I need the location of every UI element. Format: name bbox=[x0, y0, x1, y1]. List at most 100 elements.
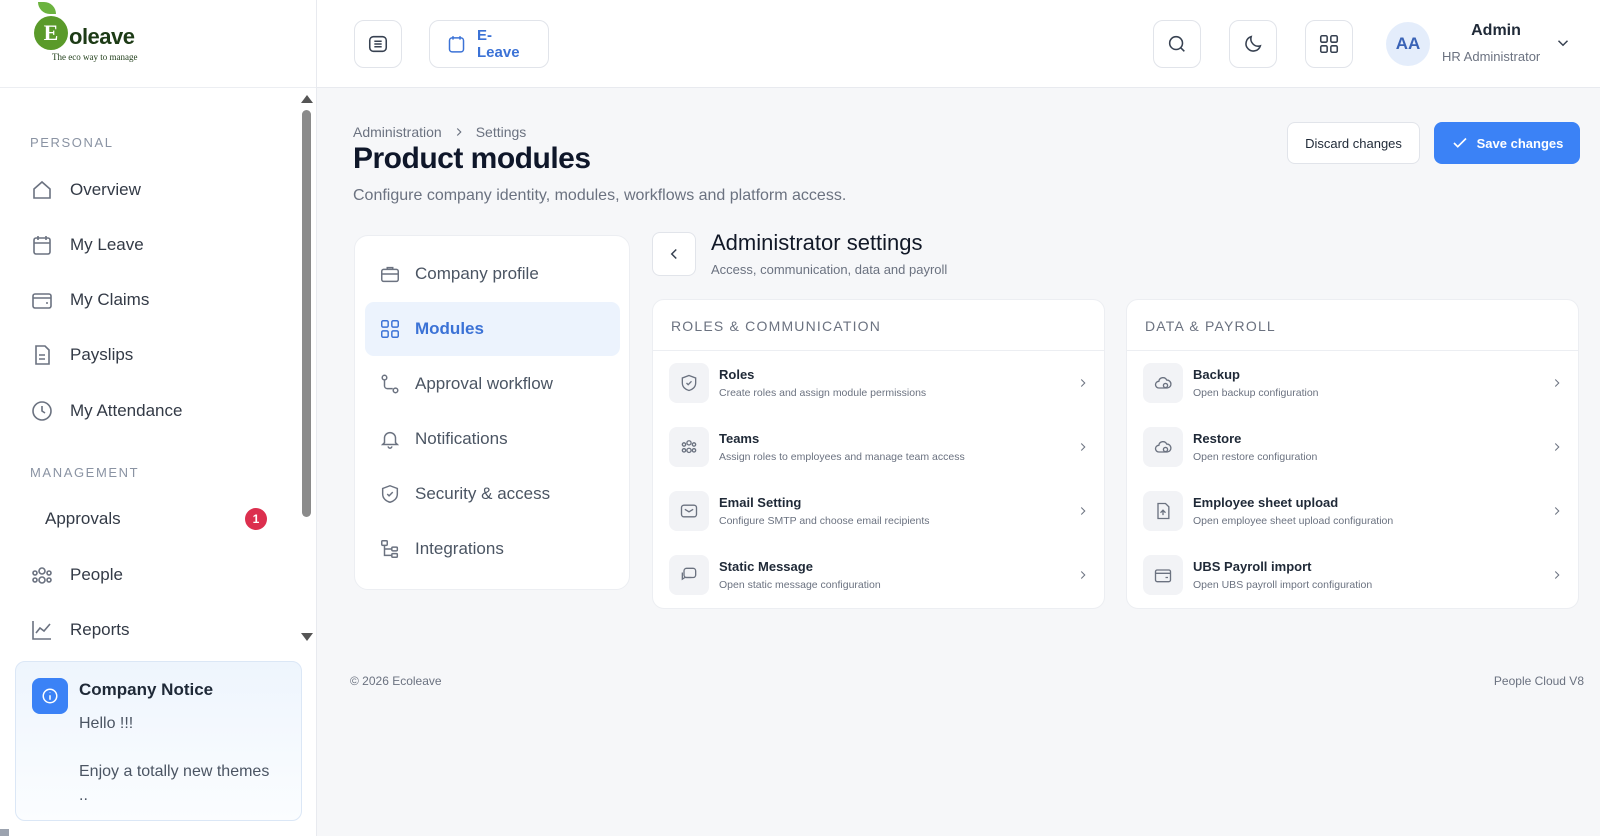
row-desc: Assign roles to employees and manage tea… bbox=[719, 451, 965, 463]
home-icon bbox=[33, 180, 51, 199]
sidebar-item-my-leave[interactable]: My Leave bbox=[30, 230, 280, 260]
user-name[interactable]: Admin bbox=[1442, 22, 1550, 40]
cloud-restore-icon bbox=[1154, 441, 1172, 453]
setting-row-teams[interactable]: Teams Assign roles to employees and manag… bbox=[669, 418, 1090, 476]
wallet-icon bbox=[1154, 569, 1172, 583]
discard-changes-button[interactable]: Discard changes bbox=[1287, 122, 1420, 164]
sidebar: E oleave The eco way to manage PERSONAL … bbox=[0, 0, 317, 836]
sidebar-item-label: My Attendance bbox=[70, 401, 183, 420]
sidebar-item-label: Reports bbox=[70, 620, 130, 639]
setting-row-restore[interactable]: Restore Open restore configuration bbox=[1143, 418, 1564, 476]
chevron-down-icon[interactable] bbox=[1554, 34, 1572, 52]
back-button[interactable] bbox=[652, 232, 696, 276]
settings-item-label: Approval workflow bbox=[415, 374, 553, 393]
page-title: Product modules bbox=[353, 142, 591, 175]
check-icon bbox=[1453, 137, 1467, 148]
setting-row-email-setting[interactable]: Email Setting Configure SMTP and choose e… bbox=[669, 482, 1090, 540]
wallet-icon bbox=[32, 293, 52, 309]
settings-item-notifications[interactable]: Notifications bbox=[365, 412, 620, 466]
sidebar-item-label: Payslips bbox=[70, 345, 134, 364]
apps-button[interactable] bbox=[1305, 20, 1353, 68]
message-icon bbox=[681, 567, 697, 581]
settings-item-integrations[interactable]: Integrations bbox=[365, 522, 620, 576]
setting-row-employee-sheet-upload[interactable]: Employee sheet upload Open employee sheet… bbox=[1143, 482, 1564, 540]
shield-check-icon bbox=[681, 374, 697, 392]
eleave-button[interactable]: E-Leave bbox=[429, 20, 549, 68]
settings-item-label: Company profile bbox=[415, 264, 539, 283]
sidebar-item-label: People bbox=[70, 565, 123, 584]
row-title: Employee sheet upload bbox=[1193, 495, 1339, 510]
row-title: Restore bbox=[1193, 431, 1242, 446]
menu-toggle-button[interactable] bbox=[354, 20, 402, 68]
team-icon bbox=[681, 440, 697, 454]
settings-item-approval-workflow[interactable]: Approval workflow bbox=[365, 357, 620, 411]
save-changes-button[interactable]: Save changes bbox=[1434, 122, 1580, 164]
avatar[interactable]: AA bbox=[1386, 22, 1430, 66]
integration-icon bbox=[381, 540, 399, 558]
sidebar-item-label: Overview bbox=[70, 180, 141, 199]
scroll-down-arrow[interactable] bbox=[301, 633, 313, 641]
menu-icon bbox=[368, 35, 388, 53]
sidebar-scrollbar[interactable] bbox=[302, 110, 311, 517]
settings-item-label: Integrations bbox=[415, 539, 504, 558]
theme-toggle-button[interactable] bbox=[1229, 20, 1277, 68]
breadcrumb-settings[interactable]: Settings bbox=[476, 124, 527, 140]
mail-icon bbox=[680, 504, 698, 518]
row-desc: Open static message configuration bbox=[719, 579, 881, 591]
section-label-personal: PERSONAL bbox=[30, 135, 114, 150]
breadcrumb: Administration Settings bbox=[353, 124, 526, 140]
sidebar-item-reports[interactable]: Reports bbox=[30, 615, 280, 645]
setting-row-roles[interactable]: Roles Create roles and assign module perm… bbox=[669, 354, 1090, 412]
company-notice: Company Notice Hello !!! Enjoy a totally… bbox=[15, 661, 302, 821]
settings-item-label: Modules bbox=[415, 319, 484, 338]
sidebar-item-my-claims[interactable]: My Claims bbox=[30, 285, 280, 315]
scroll-up-arrow[interactable] bbox=[301, 95, 313, 103]
settings-item-modules[interactable]: Modules bbox=[365, 302, 620, 356]
chevron-right-icon bbox=[1080, 571, 1086, 579]
moon-icon bbox=[1245, 35, 1262, 52]
row-desc: Open employee sheet upload configuration bbox=[1193, 515, 1394, 527]
sidebar-item-overview[interactable]: Overview bbox=[30, 175, 280, 205]
section-label-management: MANAGEMENT bbox=[30, 465, 140, 480]
people-icon bbox=[32, 567, 52, 584]
row-title: Static Message bbox=[719, 559, 813, 574]
window-corner bbox=[0, 829, 9, 836]
clock-icon bbox=[32, 401, 52, 421]
chevron-right-icon bbox=[1554, 379, 1560, 387]
calendar-icon bbox=[33, 236, 51, 255]
topbar: E-Leave AA Admin HR Administrator bbox=[317, 0, 1600, 88]
setting-row-static-message[interactable]: Static Message Open static message config… bbox=[669, 546, 1090, 604]
setting-row-ubs-payroll-import[interactable]: UBS Payroll import Open UBS payroll impor… bbox=[1143, 546, 1564, 604]
sidebar-item-label: My Claims bbox=[70, 290, 150, 309]
notice-title: Company Notice bbox=[79, 680, 214, 699]
setting-row-backup[interactable]: Backup Open backup configuration bbox=[1143, 354, 1564, 412]
info-icon bbox=[32, 678, 68, 714]
logo[interactable]: E oleave The eco way to manage bbox=[0, 0, 316, 88]
settings-item-label: Notifications bbox=[415, 429, 508, 448]
sidebar-item-my-attendance[interactable]: My Attendance bbox=[30, 396, 280, 426]
sidebar-item-payslips[interactable]: Payslips bbox=[30, 340, 280, 370]
chevron-right-icon bbox=[1554, 443, 1560, 451]
chevron-right-icon bbox=[1080, 507, 1086, 515]
cloud-icon bbox=[1154, 377, 1172, 389]
row-title: Backup bbox=[1193, 367, 1240, 382]
settings-item-company-profile[interactable]: Company profile bbox=[365, 247, 620, 301]
settings-item-label: Security & access bbox=[415, 484, 551, 503]
chevron-right-icon bbox=[1554, 507, 1560, 515]
sidebar-item-label: My Leave bbox=[70, 235, 144, 254]
save-label: Save changes bbox=[1476, 135, 1564, 151]
group-heading: DATA & PAYROLL bbox=[1127, 300, 1578, 351]
chevron-right-icon bbox=[1080, 443, 1086, 451]
footer-copyright: © 2026 Ecoleave bbox=[350, 674, 442, 688]
sidebar-item-label: Approvals bbox=[45, 509, 121, 528]
workflow-icon bbox=[381, 374, 399, 394]
breadcrumb-administration[interactable]: Administration bbox=[353, 124, 442, 140]
settings-item-security-access[interactable]: Security & access bbox=[365, 467, 620, 521]
row-title: Roles bbox=[719, 367, 755, 382]
upload-icon bbox=[1157, 502, 1170, 520]
sidebar-item-approvals[interactable]: Approvals 1 bbox=[45, 504, 267, 534]
search-icon bbox=[1168, 35, 1185, 52]
search-button[interactable] bbox=[1153, 20, 1201, 68]
row-desc: Open UBS payroll import configuration bbox=[1193, 579, 1373, 591]
sidebar-item-people[interactable]: People bbox=[30, 560, 280, 590]
